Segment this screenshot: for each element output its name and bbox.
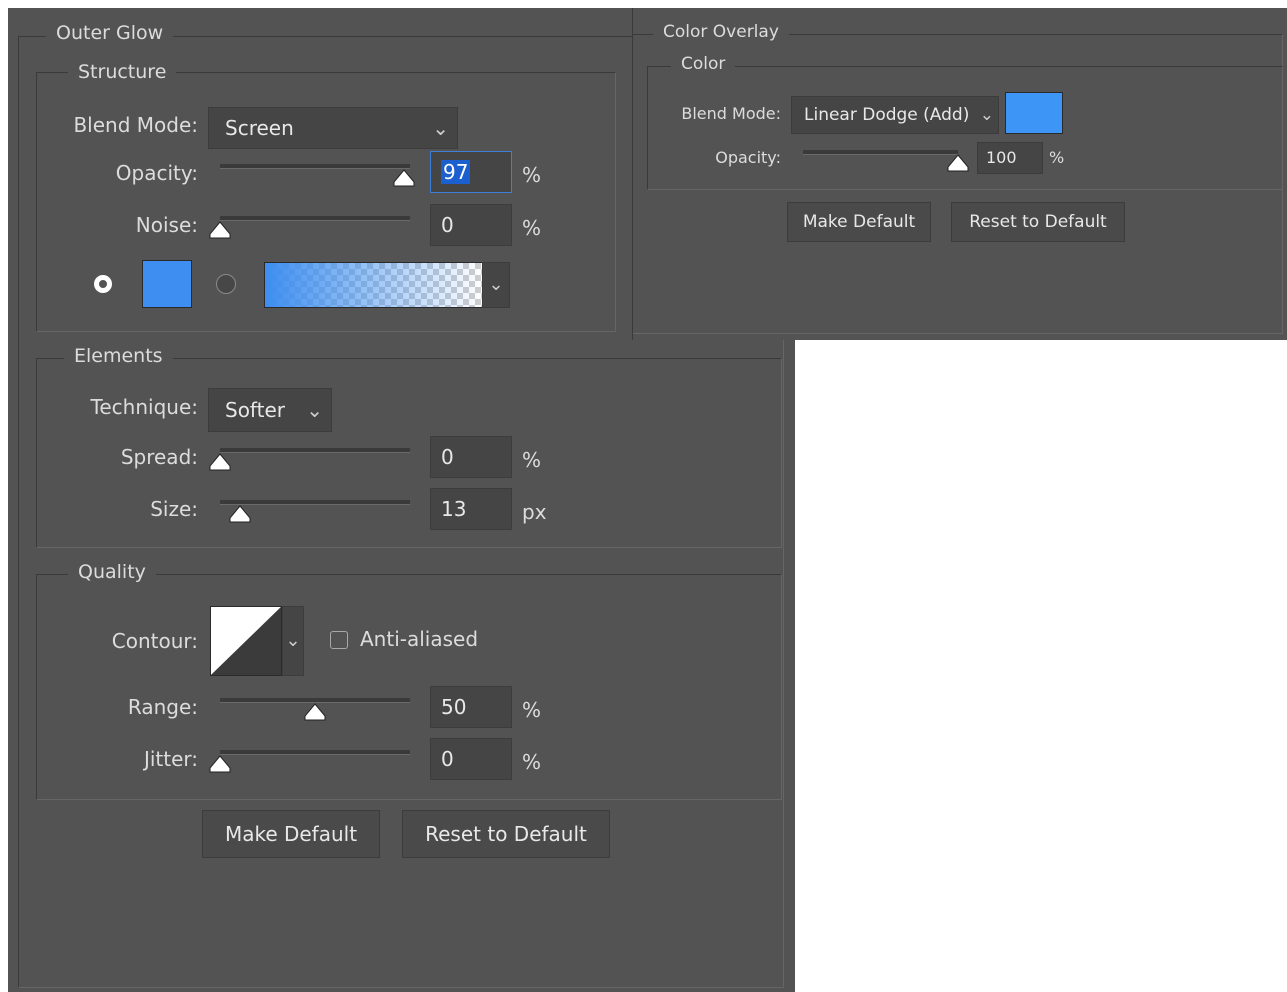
noise-input[interactable]: 0 — [430, 204, 512, 246]
overlay-blend-mode-value: Linear Dodge (Add) — [804, 105, 970, 125]
color-overlay-title: Color Overlay — [653, 22, 789, 42]
spread-input[interactable]: 0 — [430, 436, 512, 478]
elements-legend: Elements — [64, 345, 173, 367]
contour-label: Contour: — [111, 629, 198, 653]
glow-color-swatch[interactable] — [142, 260, 192, 308]
chevron-down-icon: ⌄ — [306, 398, 323, 422]
size-label: Size: — [150, 497, 198, 521]
anti-aliased-label[interactable]: Anti-aliased — [360, 627, 478, 651]
contour-curve-icon — [211, 607, 281, 675]
spread-label: Spread: — [120, 445, 198, 469]
technique-select[interactable]: Softer ⌄ — [208, 388, 332, 432]
overlay-opacity-unit: % — [1049, 148, 1065, 167]
opacity-label: Opacity: — [115, 161, 198, 185]
chevron-down-icon: ⌄ — [432, 116, 449, 140]
jitter-unit: % — [522, 750, 542, 774]
structure-legend: Structure — [68, 61, 177, 83]
jitter-label: Jitter: — [143, 747, 198, 771]
gradient-radio[interactable] — [216, 274, 236, 294]
range-unit: % — [522, 698, 542, 722]
overlay-make-default-button[interactable]: Make Default — [787, 202, 931, 242]
overlay-blend-mode-select[interactable]: Linear Dodge (Add) ⌄ — [791, 96, 999, 134]
opacity-slider-track[interactable] — [220, 164, 410, 169]
overlay-blend-mode-label: Blend Mode: — [681, 104, 781, 123]
blend-mode-select[interactable]: Screen ⌄ — [208, 107, 458, 149]
overlay-opacity-label: Opacity: — [715, 148, 781, 167]
opacity-unit: % — [522, 163, 542, 187]
contour-preview[interactable] — [210, 606, 282, 676]
chevron-down-icon: ⌄ — [979, 105, 994, 125]
technique-value: Softer — [225, 398, 285, 422]
size-unit: px — [522, 500, 547, 524]
contour-dropdown-button[interactable]: ⌄ — [282, 606, 304, 676]
noise-label: Noise: — [135, 213, 198, 237]
noise-unit: % — [522, 216, 542, 240]
size-value: 13 — [441, 497, 467, 521]
gradient-dropdown-button[interactable]: ⌄ — [482, 262, 510, 308]
blend-mode-label: Blend Mode: — [73, 113, 198, 137]
blend-mode-value: Screen — [225, 116, 294, 140]
overlay-opacity-input[interactable]: 100 — [977, 142, 1043, 174]
color-overlay-panel: Color Overlay Color Blend Mode: Linear D… — [632, 8, 1287, 340]
opacity-value: 97 — [441, 160, 471, 184]
spread-slider-track[interactable] — [220, 448, 410, 453]
solid-color-radio[interactable] — [94, 275, 112, 293]
overlay-color-swatch[interactable] — [1005, 92, 1063, 134]
make-default-button[interactable]: Make Default — [202, 810, 380, 858]
reset-to-default-button[interactable]: Reset to Default — [402, 810, 610, 858]
range-label: Range: — [127, 695, 198, 719]
opacity-input[interactable]: 97 — [430, 151, 512, 193]
overlay-opacity-value: 100 — [986, 148, 1017, 167]
size-input[interactable]: 13 — [430, 488, 512, 530]
chevron-down-icon: ⌄ — [488, 274, 504, 295]
jitter-input[interactable]: 0 — [430, 738, 512, 780]
outer-glow-title: Outer Glow — [46, 22, 174, 44]
range-input[interactable]: 50 — [430, 686, 512, 728]
color-legend: Color — [671, 54, 736, 74]
gradient-swatch[interactable] — [264, 262, 484, 308]
quality-legend: Quality — [68, 561, 156, 583]
overlay-opacity-slider-track[interactable] — [803, 150, 958, 155]
chevron-down-icon: ⌄ — [285, 630, 301, 651]
spread-unit: % — [522, 448, 542, 472]
jitter-slider-track[interactable] — [220, 750, 410, 755]
noise-slider-track[interactable] — [220, 216, 410, 221]
noise-value: 0 — [441, 213, 454, 237]
overlay-reset-to-default-button[interactable]: Reset to Default — [951, 202, 1125, 242]
jitter-value: 0 — [441, 747, 454, 771]
anti-aliased-checkbox[interactable] — [330, 631, 348, 649]
technique-label: Technique: — [90, 395, 198, 419]
range-value: 50 — [441, 695, 467, 719]
spread-value: 0 — [441, 445, 454, 469]
